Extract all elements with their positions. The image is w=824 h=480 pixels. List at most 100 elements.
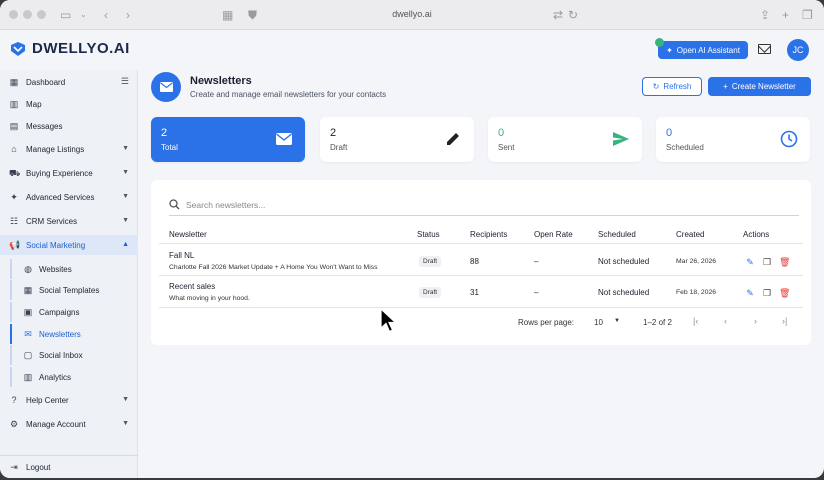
sidebar-item-manage-listings[interactable]: ⌂ Manage Listings ▼ <box>0 139 138 159</box>
people-icon: ☷ <box>9 216 19 226</box>
browser-toolbar: ▭ ⌄ ‹ › ▦ ⛊ dwellyo.ai ⇄ ↻ ⇪ + ❐ <box>0 0 824 30</box>
brand-logo[interactable]: DWELLYO.AI <box>10 40 130 57</box>
notification-dot <box>655 38 664 47</box>
search-placeholder: Search newsletters... <box>186 199 266 210</box>
edit-icon[interactable]: ✎ <box>745 288 755 298</box>
mouse-cursor-icon <box>380 308 398 333</box>
analytics-icon: ▥ <box>23 371 33 382</box>
sidebar-item-label: Logout <box>26 462 51 472</box>
sidebar-item-manage-account[interactable]: ⚙ Manage Account ▼ <box>0 414 138 434</box>
sidebar-item-label: Analytics <box>39 372 72 382</box>
sidebar-item-dashboard[interactable]: ▦ Dashboard ☰ <box>0 72 138 92</box>
rows-per-page-value: 10 <box>594 318 603 327</box>
dashboard-icon: ▦ <box>9 77 19 87</box>
sidebar-item-social-templates[interactable]: ▦ Social Templates <box>10 280 138 300</box>
created-date: Feb 18, 2026 <box>676 289 717 296</box>
column-header-created[interactable]: Created <box>676 230 704 239</box>
sparkle-icon: ✦ <box>666 45 673 55</box>
plus-icon: + <box>723 82 728 91</box>
page-title: Newsletters <box>190 75 252 87</box>
edit-icon[interactable]: ✎ <box>745 257 755 267</box>
create-newsletter-button[interactable]: + Create Newsletter <box>708 77 811 96</box>
sidebar-item-label: Social Templates <box>39 285 100 295</box>
sparkle-icon: ✦ <box>10 192 18 202</box>
translate-icon[interactable]: ⇄ <box>553 7 563 23</box>
refresh-button[interactable]: ↻ Refresh <box>642 77 702 96</box>
avatar[interactable]: JC <box>787 39 809 61</box>
copy-icon[interactable]: ❐ <box>762 257 772 267</box>
sidebar-item-advanced-services[interactable]: ✦ Advanced Services ▼ <box>0 187 138 207</box>
sidebar-item-logout[interactable]: ⇥ Logout <box>0 457 138 477</box>
chevron-down-icon: ▼ <box>122 169 129 176</box>
column-header-recipients[interactable]: Recipients <box>470 230 507 239</box>
mail-icon[interactable] <box>758 44 771 54</box>
sidebar-item-newsletters[interactable]: ✉ Newsletters <box>10 324 138 344</box>
sidebar-item-label: Help Center <box>26 395 69 405</box>
refresh-label: Refresh <box>663 82 692 91</box>
last-page-icon[interactable]: ›| <box>782 316 787 326</box>
sidebar-divider <box>0 455 138 456</box>
open-ai-assistant-button[interactable]: ✦ Open AI Assistant <box>655 38 748 59</box>
sidebar-item-analytics[interactable]: ▥ Analytics <box>10 367 138 387</box>
open-rate: – <box>534 288 539 297</box>
sidebar-item-campaigns[interactable]: ▣ Campaigns <box>10 302 138 322</box>
stat-card-draft: 2 Draft <box>320 117 474 162</box>
sidebar-item-help-center[interactable]: ? Help Center ▼ <box>0 390 138 410</box>
column-header-scheduled[interactable]: Scheduled <box>598 230 636 239</box>
copy-icon[interactable]: ❐ <box>762 288 772 298</box>
column-header-newsletter[interactable]: Newsletter <box>169 230 207 239</box>
newsletter-subject: What moving in your hood. <box>169 295 250 302</box>
scheduled-value: Not scheduled <box>598 257 650 266</box>
chevron-down-icon: ▼ <box>122 193 129 200</box>
sidebar-item-social-marketing[interactable]: 📢 Social Marketing ▲ <box>0 235 138 255</box>
sidebar-item-label: Map <box>26 99 42 109</box>
reload-icon[interactable]: ↻ <box>568 7 578 23</box>
sidebar-item-label: Messages <box>26 121 63 131</box>
previous-page-icon[interactable]: ‹ <box>724 316 727 326</box>
inbox-icon: ▢ <box>23 349 33 360</box>
sidebar-item-label: Advanced Services <box>26 192 95 202</box>
column-header-status[interactable]: Status <box>417 230 440 239</box>
sidebar-item-social-inbox[interactable]: ▢ Social Inbox <box>10 345 138 365</box>
pagination-range: 1–2 of 2 <box>643 318 672 327</box>
stat-value: 2 <box>161 127 168 139</box>
row-divider <box>159 307 803 308</box>
sidebar-item-crm-services[interactable]: ☷ CRM Services ▼ <box>0 211 138 231</box>
delete-icon[interactable]: 🗑 <box>779 257 790 267</box>
newsletters-table-card: Search newsletters... Newsletter Status … <box>151 180 811 345</box>
logout-icon: ⇥ <box>10 462 18 472</box>
stat-label: Sent <box>498 143 515 152</box>
stat-card-total: 2 Total <box>151 117 305 162</box>
search-input[interactable]: Search newsletters... <box>169 194 799 216</box>
delete-icon[interactable]: 🗑 <box>779 288 790 298</box>
newsletter-subject: Charlotte Fall 2026 Market Update + A Ho… <box>169 264 378 271</box>
column-header-open-rate[interactable]: Open Rate <box>534 230 573 239</box>
tabs-icon[interactable]: ❐ <box>802 7 813 23</box>
address-bar[interactable]: dwellyo.ai <box>0 9 824 19</box>
browser-window: ▭ ⌄ ‹ › ▦ ⛊ dwellyo.ai ⇄ ↻ ⇪ + ❐ DWELLYO… <box>0 0 824 478</box>
sidebar: ▦ Dashboard ☰ ▥ Map ▤ Messages ⌂ Manage … <box>0 70 138 478</box>
status-badge: Draft <box>419 287 442 298</box>
collapse-menu-icon[interactable]: ☰ <box>121 76 129 87</box>
first-page-icon[interactable]: |‹ <box>693 316 698 326</box>
new-tab-icon[interactable]: + <box>782 7 789 23</box>
share-icon[interactable]: ⇪ <box>760 7 770 23</box>
newsletter-name: Fall NL <box>169 251 195 260</box>
sidebar-item-map[interactable]: ▥ Map <box>0 94 138 114</box>
sidebar-item-buying-experience[interactable]: ⛟ Buying Experience ▼ <box>0 163 138 183</box>
account-icon: ⚙ <box>9 419 19 429</box>
recipients-count: 88 <box>470 257 479 266</box>
pencil-icon <box>447 133 459 145</box>
chevron-down-icon: ▼ <box>122 396 129 403</box>
next-page-icon[interactable]: › <box>754 316 757 326</box>
header-divider <box>159 243 803 244</box>
mail-icon: ✉ <box>24 328 32 339</box>
sidebar-item-messages[interactable]: ▤ Messages <box>0 116 138 136</box>
sidebar-item-websites[interactable]: ◍ Websites <box>10 259 138 279</box>
stat-label: Scheduled <box>666 143 704 152</box>
column-header-actions: Actions <box>743 230 770 239</box>
sidebar-item-label: Buying Experience <box>26 168 93 178</box>
chevron-down-icon: ▼ <box>122 217 129 224</box>
sidebar-item-label: Manage Listings <box>26 144 85 154</box>
logo-icon <box>11 41 25 56</box>
